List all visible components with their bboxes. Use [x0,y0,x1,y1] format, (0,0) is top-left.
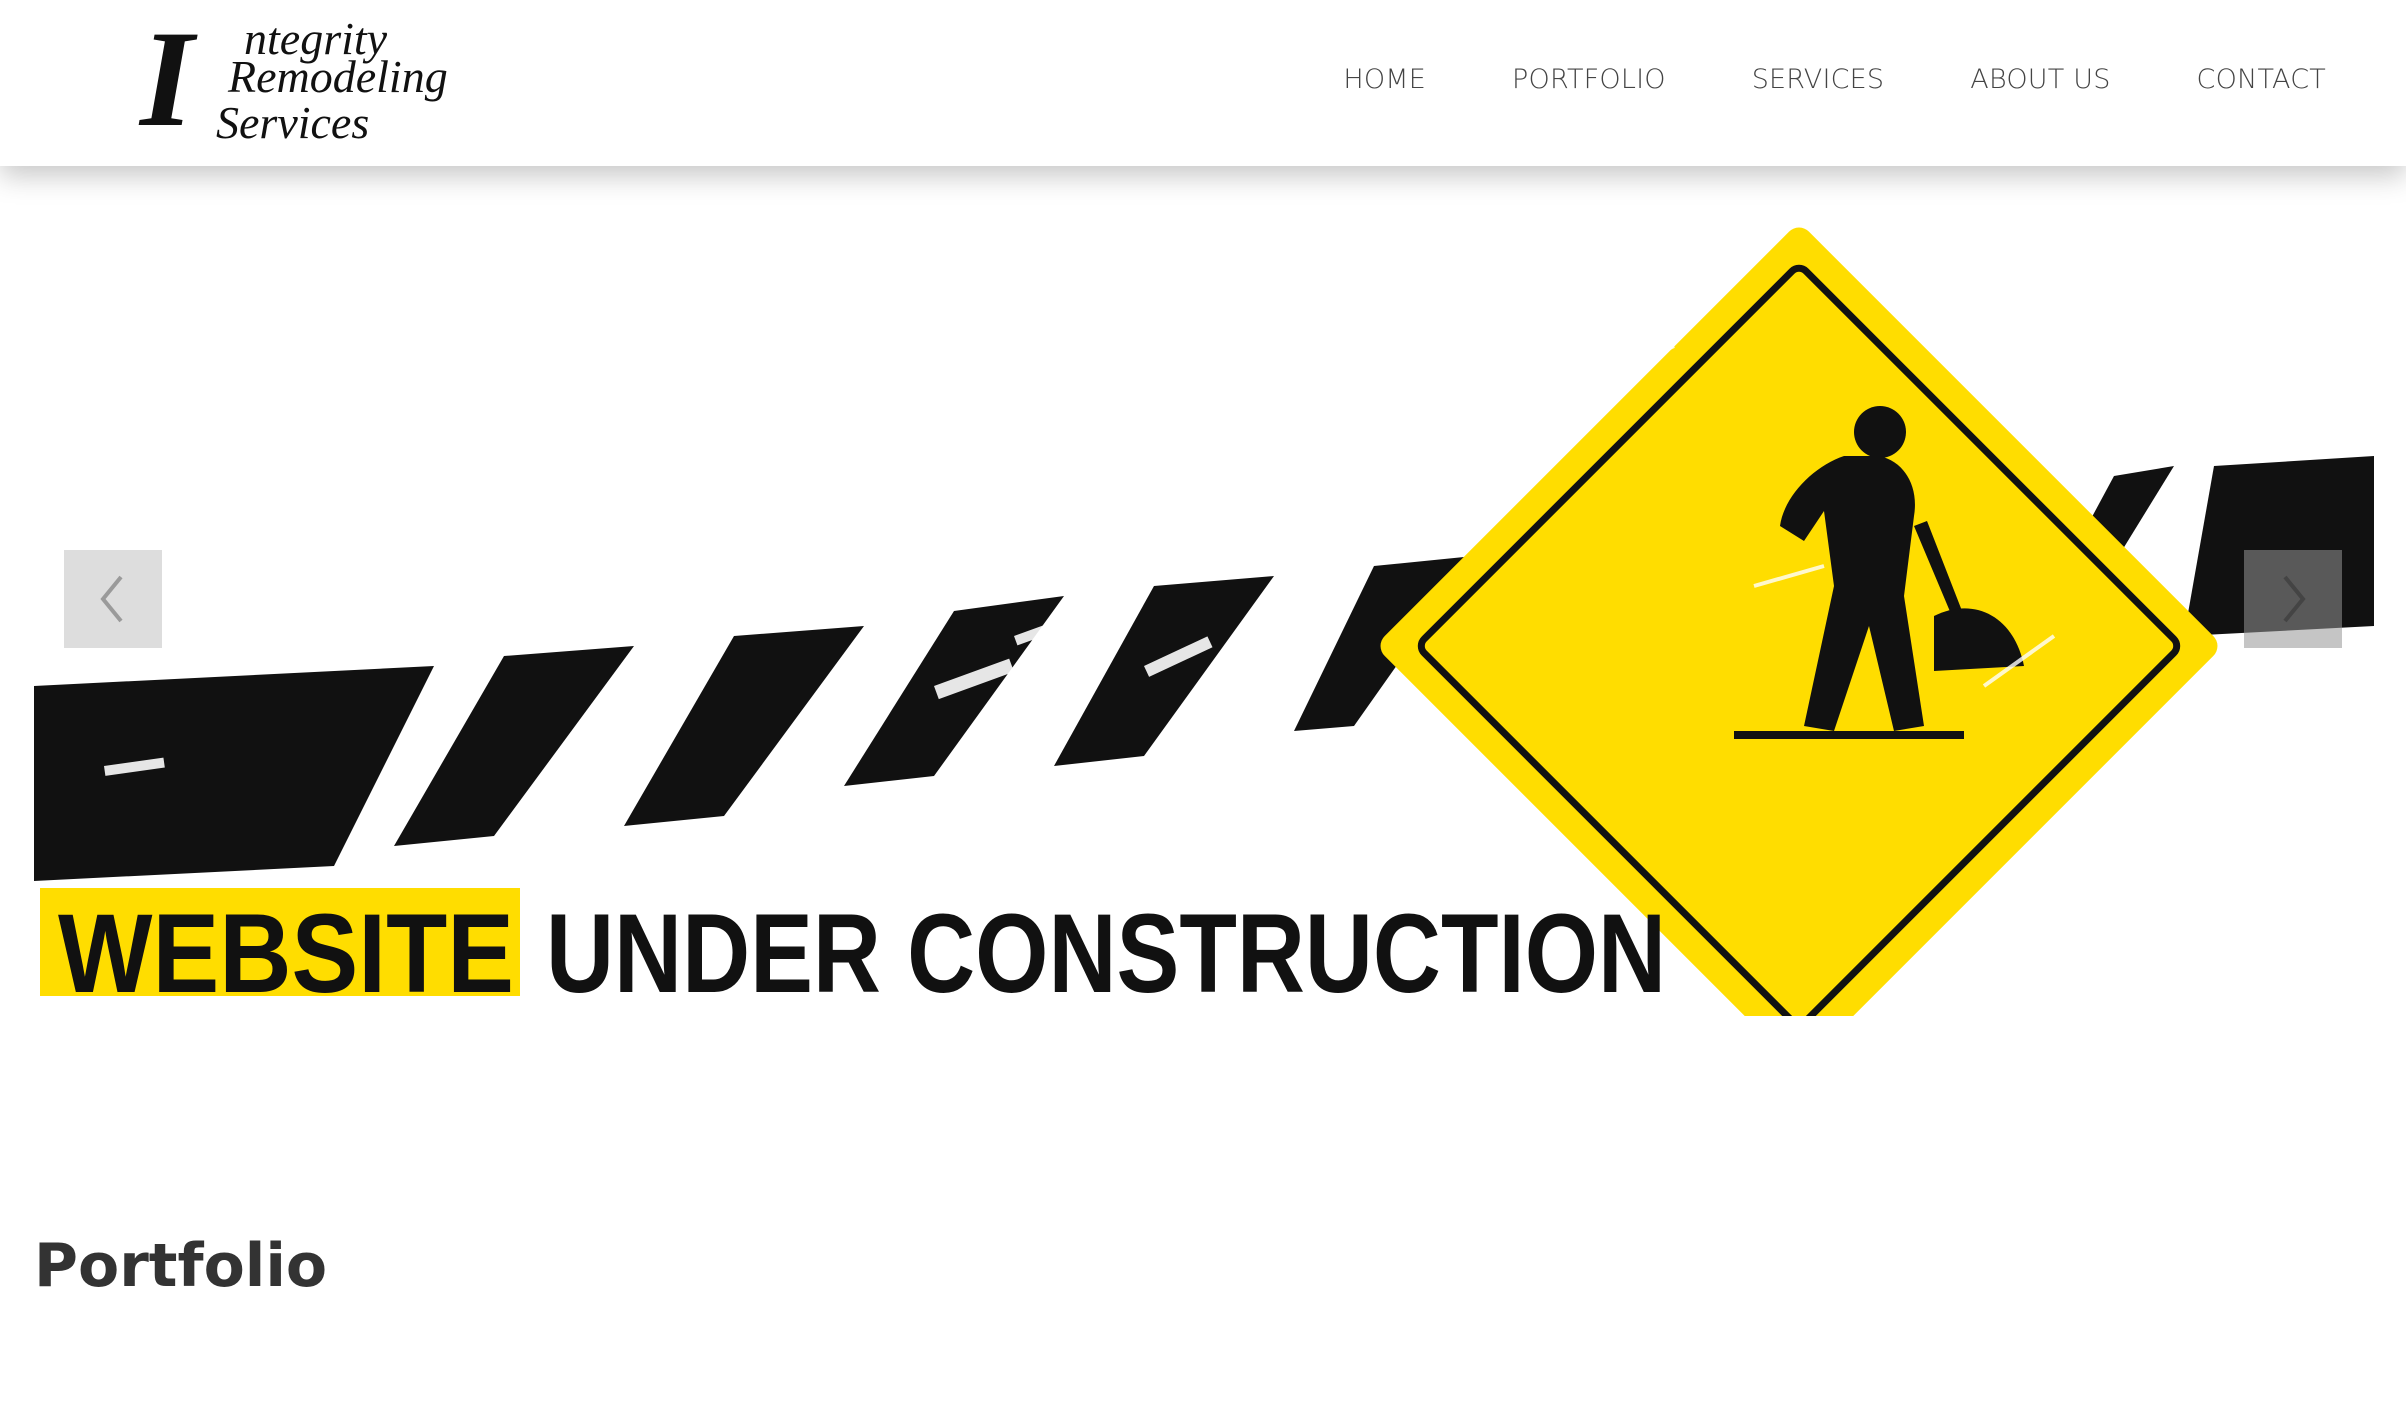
under-construction-banner: WEBSITE UNDER CONSTRUCTION [34,224,2374,1016]
logo-line-2: Remodeling [228,51,448,102]
nav-item-about-us[interactable]: ABOUT US [1970,64,2110,95]
slider-next-button[interactable] [2244,550,2342,648]
slider-prev-button[interactable] [64,550,162,648]
logo[interactable]: I ntegrity Remodeling Services [138,10,488,148]
nav-item-contact[interactable]: CONTACT [2197,64,2326,95]
nav-item-services[interactable]: SERVICES [1752,64,1885,95]
chevron-left-icon [100,575,123,623]
main-nav: HOME PORTFOLIO SERVICES ABOUT US CONTACT [1257,64,2326,95]
chevron-right-icon [2283,575,2306,623]
banner-word-under-construction: UNDER CONSTRUCTION [546,891,1666,1016]
logo-initial: I [140,2,194,155]
nav-item-portfolio[interactable]: PORTFOLIO [1512,64,1666,95]
hero-slider: WEBSITE UNDER CONSTRUCTION [34,166,2374,1016]
section-title-portfolio: Portfolio [34,1231,328,1301]
banner-word-website: WEBSITE [58,891,514,1016]
site-header: I ntegrity Remodeling Services HOME PORT… [0,0,2406,166]
logo-line-3: Services [216,97,370,148]
nav-item-home[interactable]: HOME [1343,64,1426,95]
